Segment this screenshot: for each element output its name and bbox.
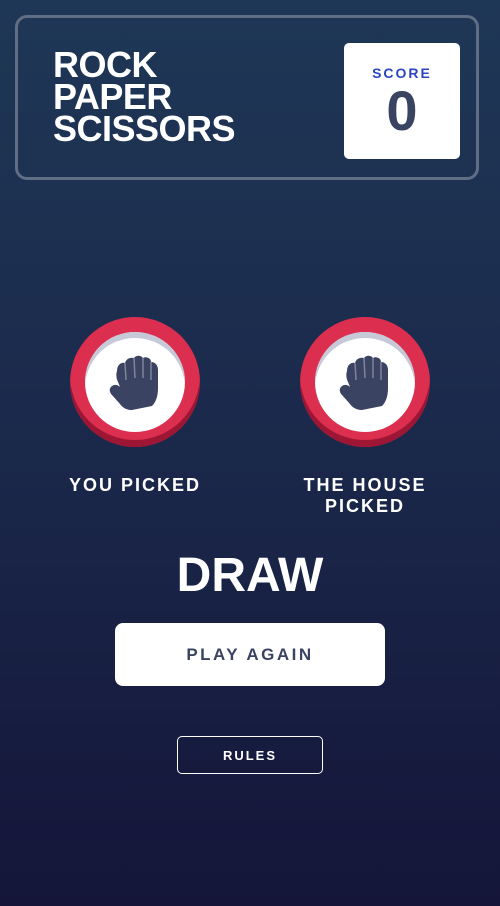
title-line-scissors: SCISSORS	[53, 108, 236, 149]
score-value: 0	[386, 79, 418, 142]
result-text: DRAW	[176, 549, 324, 602]
player-pick-label: YOU PICKED	[68, 475, 202, 495]
house-token-face	[315, 332, 415, 432]
game-title: ROCK PAPER SCISSORS	[53, 47, 236, 149]
score-box: SCORE 0	[344, 43, 460, 159]
house-pick: THE HOUSE PICKED	[265, 317, 465, 516]
house-rock-token	[300, 317, 430, 447]
game-header: ROCK PAPER SCISSORS SCORE 0	[15, 15, 479, 180]
rules-button[interactable]: RULES	[177, 736, 323, 774]
play-again-button[interactable]: PLAY AGAIN	[115, 623, 385, 686]
rock-fist-icon	[109, 355, 158, 410]
house-pick-label: THE HOUSE PICKED	[303, 475, 427, 516]
rock-fist-icon	[339, 355, 388, 410]
player-token-face	[85, 332, 185, 432]
player-rock-token	[70, 317, 200, 447]
player-pick: YOU PICKED	[35, 317, 235, 495]
